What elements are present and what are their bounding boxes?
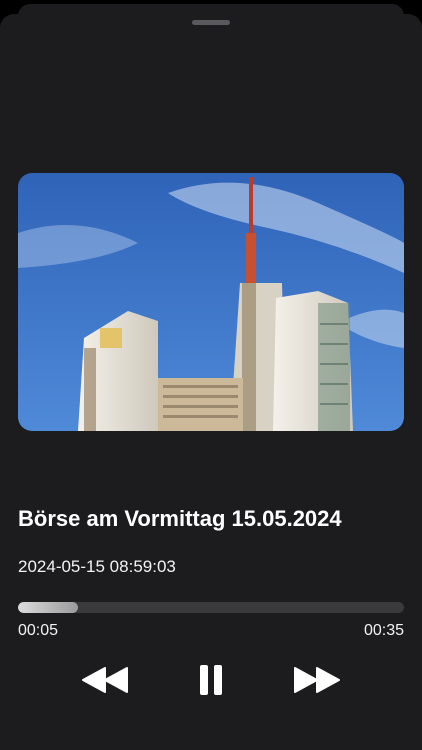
forward-icon [293, 666, 341, 699]
progress-fill [18, 602, 78, 613]
elapsed-time: 00:05 [18, 622, 59, 639]
pause-button[interactable] [190, 662, 232, 702]
forward-button[interactable] [290, 662, 344, 702]
sheet-grabber[interactable] [192, 20, 230, 25]
backward-icon [81, 666, 129, 699]
pause-icon [197, 664, 225, 701]
progress-track[interactable] [18, 602, 404, 613]
episode-datetime: 2024-05-15 08:59:03 [18, 557, 176, 576]
episode-artwork [18, 173, 404, 431]
rewind-button[interactable] [78, 662, 132, 702]
total-duration: 00:35 [363, 622, 404, 639]
episode-title: Börse am Vormittag 15.05.2024 [18, 506, 342, 531]
